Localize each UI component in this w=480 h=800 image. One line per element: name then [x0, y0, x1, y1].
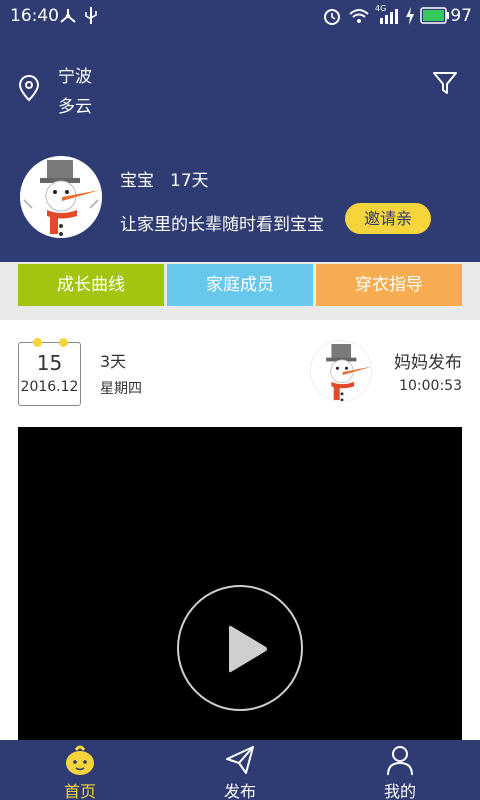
snowman-avatar-icon [311, 341, 371, 401]
bottom-nav: 首页 发布 我的 [0, 740, 480, 800]
feature-tabs: 成长曲线 家庭成员 穿衣指导 [0, 262, 480, 320]
video-player[interactable] [18, 427, 462, 740]
tab-dressing-guide[interactable]: 穿衣指导 [316, 264, 462, 306]
calendar-date-box: 15 2016.12 [18, 338, 81, 406]
status-time: 16:40 [10, 6, 59, 26]
author-avatar[interactable] [310, 340, 372, 402]
tab-growth-curve[interactable]: 成长曲线 [18, 264, 164, 306]
wifi-icon [349, 9, 369, 23]
nav-publish[interactable]: 发布 [160, 740, 320, 800]
baby-age: 17天 [170, 171, 209, 191]
header: 宁波 多云 宝宝 17天 让家里的长辈随时看到宝宝 邀请亲 [0, 32, 480, 262]
charging-icon [406, 7, 414, 25]
play-icon [229, 625, 267, 673]
signal-icon [380, 9, 398, 24]
battery-level: 97 [450, 6, 472, 26]
snowman-avatar-icon [20, 156, 102, 238]
invite-button[interactable]: 邀请亲 [345, 203, 431, 234]
location-pin-icon[interactable] [18, 74, 40, 102]
nav-home-label: 首页 [63, 782, 96, 800]
baby-name: 宝宝 [120, 171, 154, 191]
paper-plane-icon [226, 746, 254, 774]
post-author: 妈妈发布 [394, 353, 462, 373]
nav-mine-label: 我的 [383, 782, 416, 800]
play-button[interactable] [177, 585, 303, 711]
city-name[interactable]: 宁波 [58, 62, 92, 87]
post-date-day: 15 [36, 351, 63, 375]
calendar-ring-icon [33, 338, 42, 347]
post-time: 10:00:53 [399, 378, 462, 394]
weather-text: 多云 [58, 97, 92, 117]
nav-home[interactable]: 首页 [0, 740, 160, 800]
baby-face-icon [66, 745, 94, 775]
status-bar: 16:40 4G 97 [0, 0, 480, 32]
baby-avatar[interactable] [20, 156, 102, 238]
person-icon [387, 746, 413, 776]
tab-family-members[interactable]: 家庭成员 [167, 264, 313, 306]
battery-icon [420, 7, 449, 24]
nav-publish-label: 发布 [223, 782, 256, 800]
post-day-count: 3天 [100, 352, 127, 371]
post-date-month: 2016.12 [20, 379, 79, 395]
calendar-ring-icon [59, 338, 68, 347]
post-weekday: 星期四 [100, 381, 142, 397]
share-icon [60, 9, 76, 23]
alarm-icon [324, 9, 340, 25]
filter-icon[interactable] [432, 70, 458, 96]
invite-prompt: 让家里的长辈随时看到宝宝 [120, 215, 324, 235]
usb-icon [85, 7, 97, 24]
nav-mine[interactable]: 我的 [320, 740, 480, 800]
